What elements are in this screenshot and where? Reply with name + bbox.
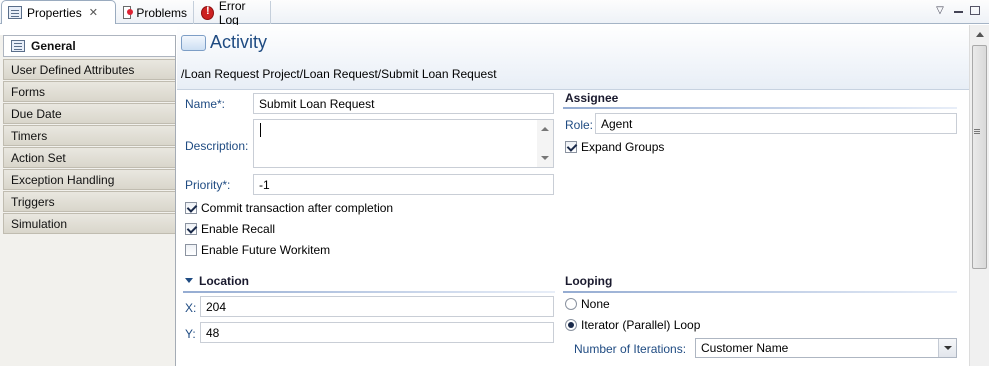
nav-item-label: General [31,39,76,53]
description-scrollbar[interactable] [537,120,553,167]
nav-item-label: Action Set [11,150,66,165]
looping-divider [563,291,957,293]
nav-item-label: User Defined Attributes [11,62,135,77]
commit-transaction-label: Commit transaction after completion [201,201,394,215]
tab-error-log-label: Error Log [218,0,246,27]
activity-icon [181,35,206,51]
close-icon[interactable]: ✕ [89,6,98,19]
properties-content: Activity /Loan Request Project/Loan Requ… [177,25,969,366]
enable-future-workitem-checkbox-row[interactable]: Enable Future Workitem [185,243,330,257]
priority-label: Priority*: [185,178,231,192]
breadcrumb: /Loan Request Project/Loan Request/Submi… [181,67,497,81]
y-label: Y: [185,327,196,341]
scroll-up-icon[interactable] [541,127,549,131]
looping-section-title: Looping [565,274,613,288]
chevron-down-icon[interactable] [938,339,956,357]
minimize-icon[interactable] [950,3,966,17]
description-label: Description: [185,139,249,153]
role-label: Role: [565,118,594,132]
commit-transaction-checkbox-row[interactable]: Commit transaction after completion [185,201,393,215]
nav-item-general[interactable]: General [3,35,175,57]
tab-error-log[interactable]: Error Log [195,0,271,27]
role-field[interactable]: Agent [595,113,957,134]
looping-iterator-radio[interactable] [565,319,577,331]
number-of-iterations-combo[interactable]: Customer Name [695,338,957,358]
scrollbar-thumb[interactable] [972,45,987,269]
page-title: Activity [210,32,268,52]
nav-item-label: Triggers [11,194,55,209]
location-divider [183,291,555,293]
general-icon [11,40,25,52]
tab-problems[interactable]: Problems [117,1,194,24]
enable-future-workitem-checkbox[interactable] [185,244,197,256]
error-log-icon [201,5,214,20]
assignee-section-title: Assignee [565,91,619,105]
nav-item-triggers[interactable]: Triggers [3,191,175,212]
looping-none-radio[interactable] [565,298,577,310]
expand-groups-checkbox[interactable] [565,141,577,153]
nav-item-action-set[interactable]: Action Set [3,147,175,168]
nav-item-user-defined-attributes[interactable]: User Defined Attributes [3,59,175,80]
vertical-scrollbar[interactable] [969,25,989,366]
properties-icon [8,6,22,19]
expand-groups-label: Expand Groups [581,140,665,154]
tab-problems-label: Problems [136,5,187,20]
number-of-iterations-label: Number of Iterations: [574,342,687,356]
text-caret [260,123,261,137]
nav-item-exception-handling[interactable]: Exception Handling [3,169,175,190]
scroll-down-icon[interactable] [541,156,549,160]
nav-item-label: Timers [11,128,48,143]
scrollbar-grip-icon [974,129,980,130]
priority-field[interactable]: -1 [253,174,554,195]
maximize-icon[interactable] [970,6,980,15]
nav-item-due-date[interactable]: Due Date [3,103,175,124]
looping-iterator-radio-row[interactable]: Iterator (Parallel) Loop [565,318,700,332]
looping-none-label: None [581,297,610,311]
location-title: Location [199,274,249,288]
description-field[interactable] [253,119,554,168]
name-label: Name*: [185,97,226,111]
looping-none-radio-row[interactable]: None [565,297,610,311]
name-field[interactable]: Submit Loan Request [253,93,554,114]
view-tab-bar: Properties ✕ Problems Error Log ▽ [0,0,989,27]
view-menu-icon[interactable]: ▽ [932,3,948,17]
nav-item-label: Simulation [11,216,68,231]
nav-item-label: Forms [11,84,45,99]
enable-recall-label: Enable Recall [201,222,276,236]
nav-item-timers[interactable]: Timers [3,125,175,146]
tab-properties-label: Properties [27,5,82,20]
looping-iterator-label: Iterator (Parallel) Loop [581,318,701,332]
expand-groups-checkbox-row[interactable]: Expand Groups [565,140,664,154]
property-sections-nav: General User Defined Attributes Forms Du… [0,35,176,366]
tab-properties[interactable]: Properties ✕ [1,0,116,24]
x-label: X: [185,301,197,315]
number-of-iterations-value: Customer Name [701,341,789,355]
collapse-twisty-icon[interactable] [185,278,193,283]
nav-item-label: Due Date [11,106,62,121]
enable-recall-checkbox-row[interactable]: Enable Recall [185,222,275,236]
problems-icon [123,6,134,19]
x-field[interactable]: 204 [200,296,554,317]
commit-transaction-checkbox[interactable] [185,202,197,214]
section-header: Activity /Loan Request Project/Loan Requ… [177,25,969,90]
enable-future-workitem-label: Enable Future Workitem [201,243,331,257]
location-section-title[interactable]: Location [185,274,249,288]
nav-item-forms[interactable]: Forms [3,81,175,102]
y-field[interactable]: 48 [200,322,554,343]
scroll-up-icon[interactable] [976,32,984,37]
nav-item-label: Exception Handling [11,172,115,187]
enable-recall-checkbox[interactable] [185,223,197,235]
assignee-divider [563,107,957,109]
nav-item-simulation[interactable]: Simulation [3,213,175,234]
